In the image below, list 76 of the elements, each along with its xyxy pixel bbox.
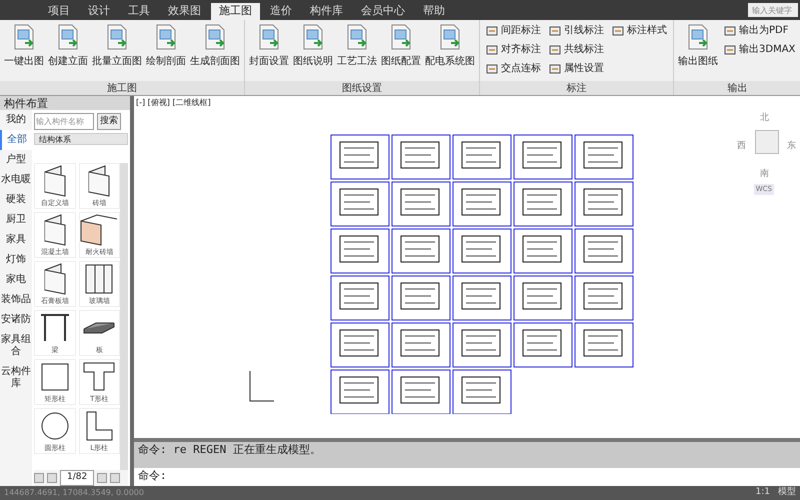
ribbon-group-label: 施工图 — [0, 81, 244, 95]
tool-icon — [549, 24, 561, 36]
view-cube[interactable] — [755, 130, 779, 154]
menu-tab[interactable]: 项目 — [40, 3, 78, 20]
last-page-button[interactable] — [110, 473, 120, 483]
menu-tab[interactable]: 施工图 — [211, 3, 260, 20]
beam-component-icon — [40, 314, 70, 342]
ribbon-group-label: 图纸设置 — [245, 81, 479, 95]
annotation-scale[interactable]: 1:1 — [756, 486, 770, 500]
tool-icon — [612, 24, 624, 36]
ribbon-button[interactable]: 属性设置 — [549, 61, 604, 76]
category-dropdown[interactable]: 结构体系 — [34, 133, 128, 145]
page-number: 1/82 — [60, 470, 94, 486]
round-component-icon — [40, 412, 69, 440]
wall-component-icon — [44, 262, 66, 295]
ribbon-button[interactable]: 工艺工法 — [336, 23, 378, 69]
ribbon-group-label: 输出 — [674, 81, 800, 95]
ribbon-button[interactable]: 交点连标 — [486, 61, 541, 76]
search-field[interactable]: 输入关键字 — [748, 3, 798, 17]
ribbon-button[interactable]: 输出图纸 — [677, 23, 719, 69]
tool-icon — [724, 44, 736, 56]
compass-label: 西 — [737, 140, 746, 153]
ribbon-button[interactable]: 批量立面图 — [91, 23, 143, 69]
tee-component-icon — [83, 362, 116, 392]
menu-tab[interactable]: 构件库 — [302, 3, 351, 20]
wall-component-icon — [44, 164, 66, 197]
wall-component-icon — [44, 214, 66, 246]
next-page-button[interactable] — [97, 473, 108, 483]
ribbon-button[interactable]: 输出3DMAX — [724, 42, 796, 57]
ell-component-icon — [86, 410, 113, 441]
tool-icon — [549, 44, 561, 56]
ribbon-button[interactable]: 输出为PDF — [724, 23, 796, 38]
ribbon-button[interactable]: 标注样式 — [612, 23, 667, 38]
menu-tab[interactable]: 帮助 — [415, 3, 453, 20]
prev-page-button[interactable] — [47, 473, 57, 483]
panel-title: 构件布置 — [0, 96, 130, 110]
model-space-button[interactable]: 模型 — [778, 486, 796, 500]
ribbon-button[interactable]: 图纸说明 — [292, 23, 334, 69]
ribbon-group-label: 标注 — [480, 81, 673, 95]
tool-icon — [486, 62, 498, 74]
ribbon-button[interactable]: 配电系统图 — [424, 23, 476, 69]
tool-icon — [486, 44, 498, 56]
first-page-button[interactable] — [34, 473, 44, 483]
wall-component-icon — [88, 164, 110, 197]
ribbon-button[interactable]: 引线标注 — [549, 23, 604, 38]
ribbon-button[interactable]: 间距标注 — [486, 23, 541, 38]
menu-tab[interactable]: 会员中心 — [353, 3, 413, 20]
viewport-label[interactable]: [-] [俯视] [二维线框] — [136, 97, 211, 109]
slab-component-icon — [83, 322, 116, 334]
glass-component-icon — [85, 264, 114, 294]
tool-icon — [549, 62, 561, 74]
ribbon-button[interactable]: 创建立面 — [47, 23, 89, 69]
compass-label: 东 — [787, 140, 796, 153]
search-field[interactable]: 输入构件名称 — [34, 113, 94, 130]
rect-component-icon — [40, 362, 69, 391]
ribbon-button[interactable]: 对齐标注 — [486, 42, 541, 57]
ribbon-button[interactable]: 共线标注 — [549, 42, 604, 57]
ribbon-button[interactable]: 生成剖面图 — [189, 23, 241, 69]
ribbon-button[interactable]: 一键出图 — [3, 23, 45, 69]
compass-label: 北 — [760, 112, 769, 125]
ribbon-button[interactable]: 图纸配置 — [380, 23, 422, 69]
ribbon-button[interactable]: 绘制剖面 — [145, 23, 187, 69]
search-button[interactable]: 搜索 — [97, 113, 121, 130]
menu-tab[interactable]: 设计 — [80, 3, 118, 20]
scrollbar[interactable] — [120, 163, 128, 470]
ribbon-button[interactable]: 封面设置 — [248, 23, 290, 69]
tool-icon — [724, 24, 736, 36]
command-history: 命令: re REGEN 正在重生成模型。 — [134, 438, 800, 468]
coordinates-readout: 144687.4691, 17084.3549, 0.0000 — [4, 487, 144, 499]
category-tab[interactable]: 全部 — [0, 130, 32, 150]
compass-label: 南 — [760, 168, 769, 181]
menu-tab[interactable]: 工具 — [120, 3, 158, 20]
brick-component-icon — [80, 214, 118, 246]
tool-icon — [486, 24, 498, 36]
menu-tab[interactable]: 效果图 — [160, 3, 209, 20]
menu-tab[interactable]: 造价 — [262, 3, 300, 20]
